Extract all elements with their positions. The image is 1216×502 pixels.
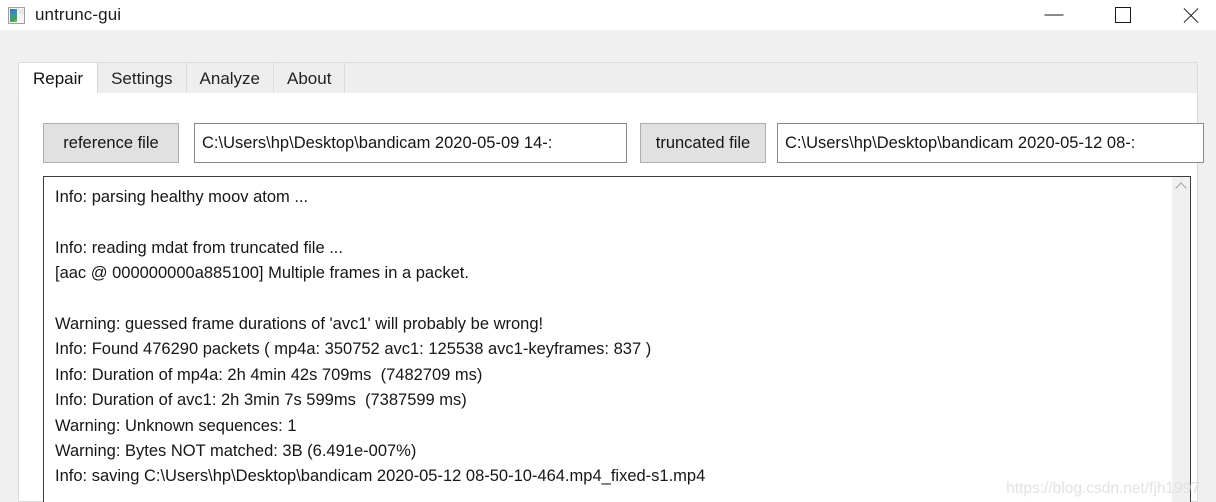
- tab-repair[interactable]: Repair: [19, 63, 99, 95]
- app-icon-line-top: [18, 8, 24, 14]
- title-bar: untrunc-gui: [0, 0, 1216, 30]
- file-selection-row: reference file truncated file: [43, 123, 1204, 163]
- maximize-icon: [1115, 7, 1131, 23]
- app-icon-thumbnail: [10, 8, 17, 22]
- log-line: [aac @ 000000000a885100] Multiple frames…: [55, 264, 469, 283]
- reference-file-button[interactable]: reference file: [43, 123, 179, 163]
- tab-repair-label: Repair: [33, 69, 84, 88]
- tab-analyze-label: Analyze: [199, 68, 261, 88]
- truncated-file-input[interactable]: [777, 123, 1204, 163]
- log-line: Warning: Bytes NOT matched: 3B (6.491e-0…: [55, 442, 417, 461]
- log-output-area[interactable]: Info: parsing healthy moov atom ... Info…: [43, 176, 1191, 502]
- truncated-file-button[interactable]: truncated file: [640, 123, 766, 163]
- log-line: Info: Duration of mp4a: 2h 4min 42s 709m…: [55, 365, 483, 384]
- app-icon-line-bottom: [18, 14, 24, 22]
- close-button[interactable]: [1168, 0, 1214, 30]
- log-line: Info: reading mdat from truncated file .…: [55, 238, 343, 257]
- reference-file-input[interactable]: [194, 123, 627, 163]
- tab-about[interactable]: About: [274, 63, 346, 94]
- window-title: untrunc-gui: [35, 5, 122, 24]
- log-line-blank: [55, 287, 1159, 312]
- log-text-content: Info: parsing healthy moov atom ... Info…: [44, 177, 1159, 502]
- client-area: Repair Settings Analyze About reference …: [0, 30, 1216, 502]
- log-line: Warning: guessed frame durations of 'avc…: [55, 315, 544, 334]
- tab-about-label: About: [287, 68, 332, 88]
- application-window: untrunc-gui Repair Settings Analyze Abou…: [0, 0, 1216, 502]
- tab-settings[interactable]: Settings: [98, 63, 187, 94]
- log-line: Warning: Unknown sequences: 1: [55, 416, 297, 435]
- tab-bar: Repair Settings Analyze About: [18, 62, 1198, 95]
- chevron-up-icon: [1175, 182, 1187, 194]
- log-line: Info: Duration of avc1: 2h 3min 7s 599ms…: [55, 391, 467, 410]
- scroll-up-button[interactable]: [1172, 177, 1190, 195]
- close-icon: [1181, 5, 1201, 25]
- minimize-button[interactable]: [1031, 0, 1077, 30]
- maximize-button[interactable]: [1100, 0, 1146, 30]
- log-line: Info: parsing healthy moov atom ...: [55, 188, 309, 206]
- log-line-blank: [55, 210, 1159, 235]
- log-line: Info: saving C:\Users\hp\Desktop\bandica…: [55, 467, 706, 486]
- repair-tab-panel: reference file truncated file Info: pars…: [18, 93, 1204, 502]
- tab-settings-label: Settings: [111, 68, 173, 88]
- log-line: Info: Found 476290 packets ( mp4a: 35075…: [55, 340, 652, 359]
- minimize-icon: [1044, 14, 1064, 16]
- log-vertical-scrollbar[interactable]: [1172, 177, 1190, 502]
- app-image-icon: [8, 6, 25, 24]
- tab-analyze[interactable]: Analyze: [186, 63, 275, 94]
